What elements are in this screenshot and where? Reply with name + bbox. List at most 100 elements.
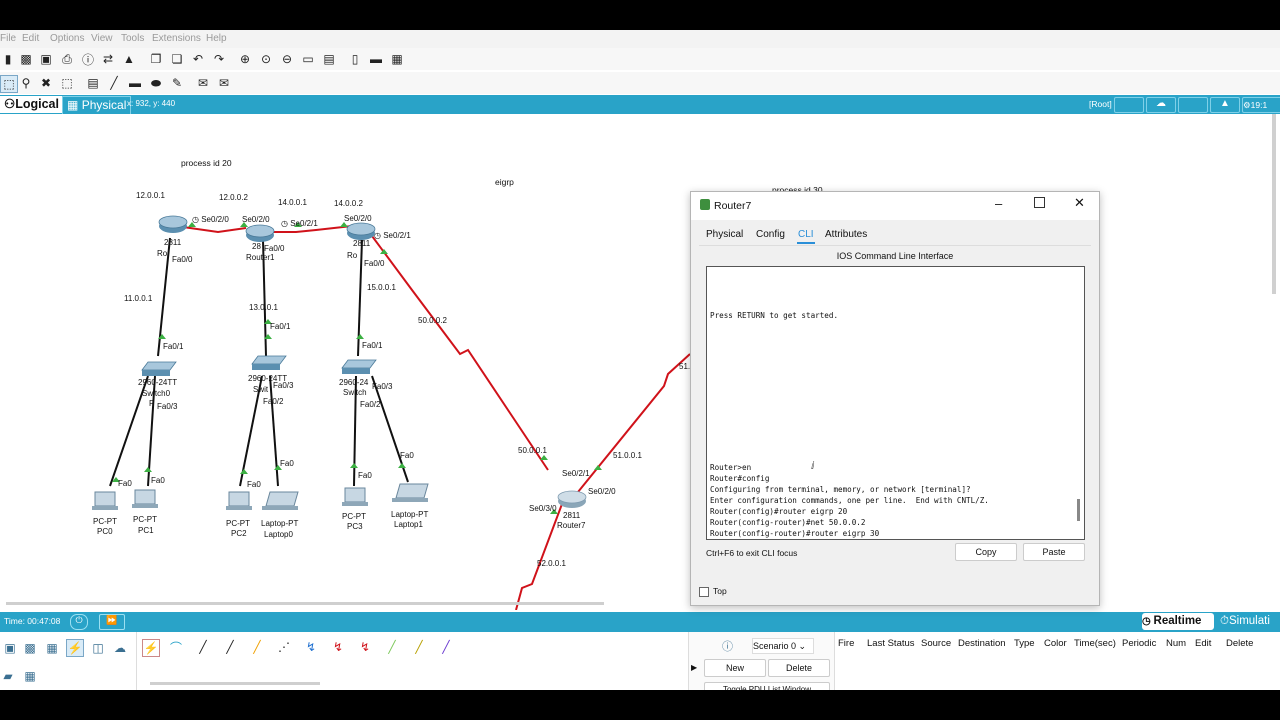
serial-dce-icon[interactable]: ↯ xyxy=(330,639,346,655)
inspect-icon[interactable]: ⚲ xyxy=(18,75,34,91)
menu-file[interactable]: File xyxy=(0,33,16,44)
col-num[interactable]: Num xyxy=(1166,638,1186,649)
delete-scenario-button[interactable]: Delete xyxy=(768,659,830,677)
info-icon[interactable]: ⓘ xyxy=(80,51,96,67)
menu-edit[interactable]: Edit xyxy=(22,33,39,44)
undo-icon[interactable]: ↶ xyxy=(190,51,206,67)
auto-connection-icon[interactable]: ⚡ xyxy=(142,639,160,657)
menu-tools[interactable]: Tools xyxy=(121,33,144,44)
paste-icon[interactable]: ❏ xyxy=(169,51,185,67)
pdu-icon[interactable]: ▬ xyxy=(368,51,384,67)
fiber-icon[interactable]: ╱ xyxy=(249,639,265,655)
pc3-name[interactable]: PC3 xyxy=(347,522,363,531)
multiuser-icon[interactable]: ☁ xyxy=(112,640,128,656)
freeform-icon[interactable]: ✎ xyxy=(169,75,185,91)
copy-button[interactable]: Copy xyxy=(955,543,1017,561)
router-subcategory-icon[interactable]: ▰ xyxy=(0,668,16,684)
print-icon[interactable]: ⎙ xyxy=(59,51,75,67)
menu-extensions[interactable]: Extensions xyxy=(152,33,201,44)
iot-cable-icon[interactable]: ╱ xyxy=(411,639,427,655)
zoom-out-icon[interactable]: ⊖ xyxy=(279,51,295,67)
router2-name[interactable]: Ro xyxy=(347,251,357,260)
router0-name[interactable]: Ro xyxy=(157,249,167,258)
cluster-button[interactable]: ☁ xyxy=(1146,97,1176,113)
pc0-name[interactable]: PC0 xyxy=(97,527,113,536)
new-file-icon[interactable]: ▮ xyxy=(0,51,16,67)
copper-cross-icon[interactable]: ╱ xyxy=(222,639,238,655)
line-icon[interactable]: ╱ xyxy=(106,75,122,91)
octal-cable-icon[interactable]: ╱ xyxy=(384,639,400,655)
note-process-id-20[interactable]: process id 20 xyxy=(181,158,232,168)
redo-icon[interactable]: ↷ xyxy=(211,51,227,67)
realtime-mode-button[interactable]: ◷ Realtime xyxy=(1142,613,1214,630)
network-devices-icon[interactable]: ▣ xyxy=(2,640,18,656)
col-source[interactable]: Source xyxy=(921,638,951,649)
dialog-title-bar[interactable]: Router7 – ✕ xyxy=(691,192,1099,220)
copper-straight-icon[interactable]: ╱ xyxy=(195,639,211,655)
select-icon[interactable]: ⬚ xyxy=(0,75,18,93)
menu-view[interactable]: View xyxy=(91,33,113,44)
save-icon[interactable]: ▣ xyxy=(38,51,54,67)
close-icon[interactable]: ✕ xyxy=(1074,195,1085,211)
palette-scrollbar[interactable] xyxy=(150,682,320,685)
note-icon[interactable]: ▤ xyxy=(85,75,101,91)
power-cycle-button[interactable]: ⏻ xyxy=(70,614,88,630)
switch-subcategory-icon[interactable]: ▦ xyxy=(22,668,38,684)
resize-icon[interactable]: ⬚ xyxy=(59,75,75,91)
switch1-name[interactable]: Swit xyxy=(253,385,268,394)
switch0-name[interactable]: Switch0 xyxy=(142,389,170,398)
tab-physical[interactable]: ▦ Physical xyxy=(62,96,132,115)
cli-scrollbar[interactable] xyxy=(1077,499,1080,521)
custom-device-icon[interactable]: ▤ xyxy=(321,51,337,67)
expand-arrow-icon[interactable]: ▶ xyxy=(691,663,697,672)
tab-physical-device[interactable]: Physical xyxy=(706,229,743,240)
open-folder-icon[interactable]: ▩ xyxy=(18,51,34,67)
toggle-pdu-list-button[interactable]: Toggle PDU List Window xyxy=(704,682,830,690)
paste-button[interactable]: Paste xyxy=(1023,543,1085,561)
move-object-button[interactable] xyxy=(1178,97,1208,113)
horizontal-scrollbar[interactable] xyxy=(6,602,604,605)
laptop1-name[interactable]: Laptop1 xyxy=(394,520,423,529)
viewport-clock[interactable]: ⚙19:1 xyxy=(1242,97,1280,113)
menu-help[interactable]: Help xyxy=(206,33,227,44)
document-icon[interactable]: ▯ xyxy=(347,51,363,67)
tab-cli[interactable]: CLI xyxy=(797,229,815,244)
note-eigrp[interactable]: eigrp xyxy=(495,177,514,187)
coaxial-icon[interactable]: ↯ xyxy=(303,639,319,655)
fast-forward-button[interactable]: ⏩ xyxy=(99,614,125,630)
connections-icon[interactable]: ⚡ xyxy=(66,639,84,657)
new-scenario-button[interactable]: New xyxy=(704,659,766,677)
menu-options[interactable]: Options xyxy=(50,33,84,44)
simple-pdu-icon[interactable]: ✉ xyxy=(195,75,211,91)
ellipse-icon[interactable]: ⬬ xyxy=(148,75,164,91)
activity-wizard-icon[interactable]: ▲ xyxy=(121,51,137,67)
maximize-icon[interactable] xyxy=(1034,197,1045,208)
col-periodic[interactable]: Periodic xyxy=(1122,638,1156,649)
phone-cable-icon[interactable]: ⋰ xyxy=(276,639,292,655)
cli-console[interactable]: Press RETURN to get started. Router>en R… xyxy=(706,266,1085,540)
info-icon-scenario[interactable]: ⓘ xyxy=(722,638,733,654)
network-info-icon[interactable]: ⇄ xyxy=(100,51,116,67)
switch2-name[interactable]: Switch xyxy=(343,388,367,397)
col-color[interactable]: Color xyxy=(1044,638,1067,649)
delete-icon[interactable]: ✖ xyxy=(38,75,54,91)
console-cable-icon[interactable]: ⌒ xyxy=(168,639,184,655)
scenario-select[interactable]: Scenario 0 ⌄ xyxy=(752,638,814,654)
col-delete[interactable]: Delete xyxy=(1226,638,1253,649)
col-fire[interactable]: Fire xyxy=(838,638,854,649)
top-checkbox[interactable] xyxy=(699,587,709,597)
serial-dte-icon[interactable]: ↯ xyxy=(357,639,373,655)
complex-pdu-icon[interactable]: ✉ xyxy=(216,75,232,91)
vertical-scrollbar[interactable] xyxy=(1272,114,1276,294)
col-time[interactable]: Time(sec) xyxy=(1074,638,1116,649)
misc-icon[interactable]: ◫ xyxy=(90,640,106,656)
copy-icon[interactable]: ❐ xyxy=(148,51,164,67)
back-button[interactable] xyxy=(1114,97,1144,113)
drawing-palette-icon[interactable]: ▭ xyxy=(300,51,316,67)
col-edit[interactable]: Edit xyxy=(1195,638,1211,649)
col-destination[interactable]: Destination xyxy=(958,638,1006,649)
col-last-status[interactable]: Last Status xyxy=(867,638,915,649)
tab-attributes[interactable]: Attributes xyxy=(825,229,867,240)
router7-name[interactable]: Router7 xyxy=(557,521,585,530)
rectangle-icon[interactable]: ▬ xyxy=(127,75,143,91)
